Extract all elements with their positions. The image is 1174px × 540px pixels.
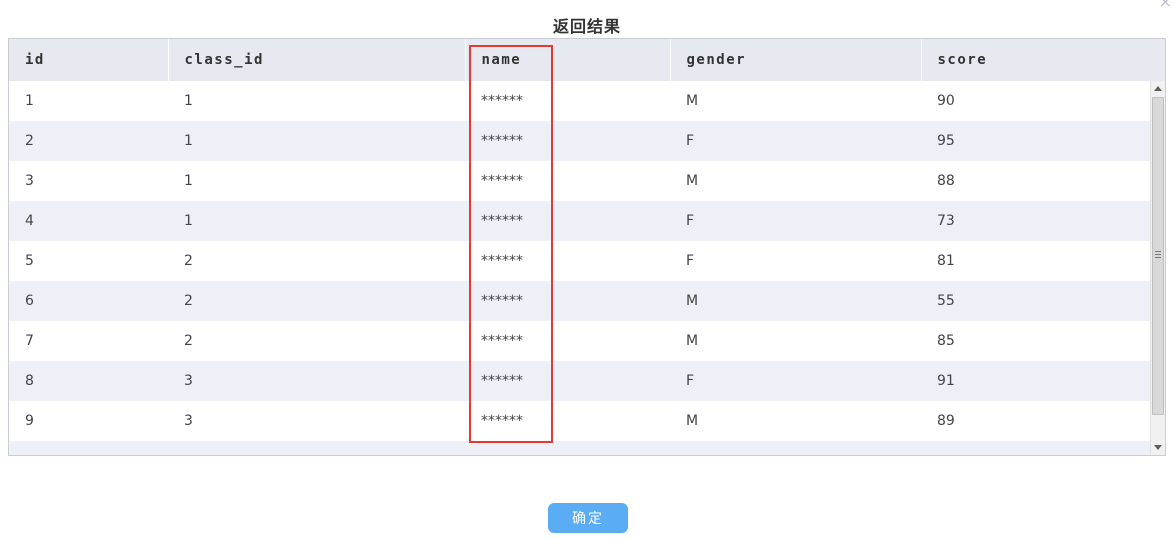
table-row: 7 2 ****** M 85 [9, 321, 1151, 361]
cell-class-id: 1 [168, 201, 465, 241]
cell-name: ****** [465, 81, 670, 121]
cell-gender: F [670, 201, 921, 241]
cell-gender: F [670, 361, 921, 401]
cell-id: 7 [9, 321, 168, 361]
cell-gender: M [670, 81, 921, 121]
cell-name: ****** [465, 401, 670, 441]
table-row: 8 3 ****** F 91 [9, 361, 1151, 401]
cell-name: ****** [465, 321, 670, 361]
cell-score: 85 [921, 321, 1151, 361]
table-header-row: id class_id name gender score [9, 39, 1151, 81]
table-row: 9 3 ****** M 89 [9, 401, 1151, 441]
cell-id: 1 [9, 81, 168, 121]
cell-name: ****** [465, 161, 670, 201]
cell-class-id: 2 [168, 321, 465, 361]
cell-score: 88 [921, 161, 1151, 201]
cell-id: 5 [9, 241, 168, 281]
arrow-up-icon[interactable] [1154, 86, 1162, 91]
cell-score: 90 [921, 81, 1151, 121]
confirm-button[interactable]: 确定 [548, 503, 628, 533]
cell-id: 2 [9, 121, 168, 161]
cell-id: 9 [9, 401, 168, 441]
cell-gender: F [670, 121, 921, 161]
cell-class-id: 2 [168, 281, 465, 321]
cell-score: 91 [921, 361, 1151, 401]
cell-gender: F [670, 241, 921, 281]
table-row: 2 1 ****** F 95 [9, 121, 1151, 161]
cell-class-id: 1 [168, 121, 465, 161]
cell-score: 89 [921, 401, 1151, 441]
table-row: 5 2 ****** F 81 [9, 241, 1151, 281]
cell-id: 4 [9, 201, 168, 241]
cell-name: ****** [465, 201, 670, 241]
result-dialog: × 返回结果 id class_id name gender score 1 1 [0, 0, 1174, 540]
cell-score: 81 [921, 241, 1151, 281]
cell-id: 3 [9, 161, 168, 201]
dialog-title: 返回结果 [552, 17, 621, 36]
cell-gender: M [670, 401, 921, 441]
cell-class-id: 2 [168, 241, 465, 281]
header-scroll-corner [1150, 39, 1165, 81]
cell-class-id: 3 [168, 361, 465, 401]
table-row: 4 1 ****** F 73 [9, 201, 1151, 241]
cell-name: ****** [465, 361, 670, 401]
column-header-class-id: class_id [168, 39, 466, 81]
table-row: 1 1 ****** M 90 [9, 81, 1151, 121]
arrow-down-icon[interactable] [1154, 445, 1162, 450]
vertical-scrollbar[interactable] [1150, 81, 1165, 455]
cell-gender: M [670, 281, 921, 321]
column-header-name: name [465, 39, 671, 81]
cell-name: ****** [465, 241, 670, 281]
cell-score: 95 [921, 121, 1151, 161]
cell-gender: M [670, 161, 921, 201]
table-row: 6 2 ****** M 55 [9, 281, 1151, 321]
column-header-id: id [9, 39, 169, 81]
cell-class-id: 1 [168, 81, 465, 121]
cell-score: 55 [921, 281, 1151, 321]
scrollbar-thumb[interactable] [1152, 97, 1164, 415]
cell-gender: M [670, 321, 921, 361]
cell-name: ****** [465, 281, 670, 321]
table-row-partial [9, 441, 1151, 455]
grip-icon [1155, 251, 1161, 258]
cell-name: ****** [465, 121, 670, 161]
column-header-score: score [921, 39, 1151, 81]
close-icon[interactable]: × [1159, 0, 1172, 10]
cell-score: 73 [921, 201, 1151, 241]
cell-id: 8 [9, 361, 168, 401]
cell-id: 6 [9, 281, 168, 321]
cell-class-id: 1 [168, 161, 465, 201]
result-table-container: id class_id name gender score 1 1 ******… [8, 38, 1166, 456]
column-header-gender: gender [670, 39, 922, 81]
result-table: id class_id name gender score 1 1 ******… [9, 39, 1151, 455]
table-row: 3 1 ****** M 88 [9, 161, 1151, 201]
cell-class-id: 3 [168, 401, 465, 441]
